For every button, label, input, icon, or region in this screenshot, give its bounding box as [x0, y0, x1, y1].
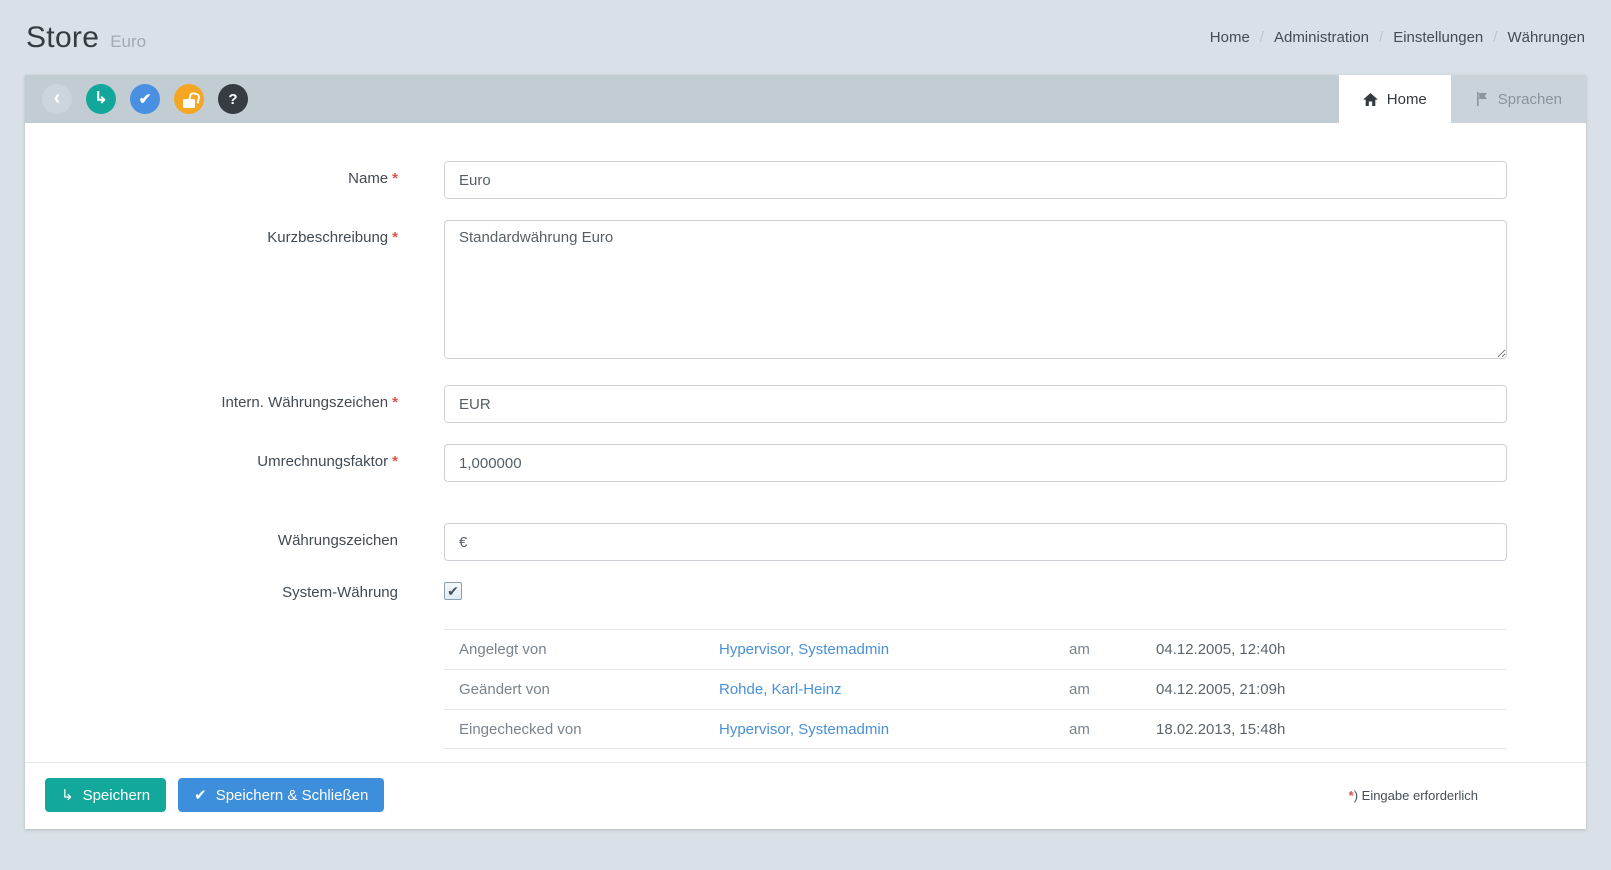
table-row-angelegt: Angelegt von Hypervisor, Systemadmin am …	[444, 629, 1507, 669]
save-arrow-icon: ↳	[61, 788, 74, 803]
page-title: Store	[26, 21, 99, 55]
breadcrumb-item-einstellungen[interactable]: Einstellungen	[1393, 29, 1483, 46]
toolbar: ‹ ↳ ✔ ? Home Sprachen	[25, 75, 1586, 123]
help-button[interactable]: ?	[218, 84, 248, 114]
tab-home-label: Home	[1387, 91, 1427, 108]
check-icon: ✔	[139, 92, 152, 107]
meta-preposition: am	[1069, 681, 1156, 698]
breadcrumb-separator: /	[1260, 29, 1264, 46]
question-icon: ?	[228, 92, 237, 107]
intern-waehrungszeichen-field[interactable]	[444, 385, 1507, 423]
page-subtitle: Euro	[110, 32, 146, 52]
form-row-intern-waehrungszeichen: Intern. Währungszeichen*	[25, 385, 1586, 423]
form-row-waehrungszeichen: Währungszeichen	[25, 523, 1586, 561]
table-row-eingecheckt: Eingechecked von Hypervisor, Systemadmin…	[444, 709, 1507, 749]
form-row-name: Name*	[25, 161, 1586, 199]
unlock-button[interactable]	[174, 84, 204, 114]
user-link[interactable]: Rohde, Karl-Heinz	[719, 681, 1069, 698]
checkbox-check-icon: ✔	[447, 584, 459, 598]
form-row-kurzbeschreibung: Kurzbeschreibung* Standardwährung Euro	[25, 220, 1586, 364]
audit-info-table: Angelegt von Hypervisor, Systemadmin am …	[444, 629, 1507, 749]
breadcrumb-separator: /	[1493, 29, 1497, 46]
unlock-icon	[183, 99, 195, 108]
back-button[interactable]: ‹	[42, 84, 72, 114]
required-marker: *	[392, 229, 398, 246]
page-header: Store Euro Home / Administration / Einst…	[0, 0, 1611, 75]
back-icon: ‹	[54, 88, 61, 108]
intern-waehrungszeichen-label: Intern. Währungszeichen*	[25, 385, 444, 411]
title-wrap: Store Euro	[26, 21, 146, 55]
required-marker: *	[392, 170, 398, 187]
flag-icon	[1475, 92, 1489, 106]
meta-preposition: am	[1069, 641, 1156, 658]
umrechnungsfaktor-label: Umrechnungsfaktor*	[25, 444, 444, 470]
required-hint: *) Eingabe erforderlich	[1349, 788, 1566, 803]
form-row-system-waehrung: System-Währung ✔	[25, 582, 1586, 601]
meta-datetime: 04.12.2005, 12:40h	[1156, 641, 1285, 658]
tab-home[interactable]: Home	[1339, 75, 1451, 123]
check-icon: ✔	[194, 788, 207, 803]
kurzbeschreibung-field[interactable]: Standardwährung Euro	[444, 220, 1507, 359]
panel-footer: ↳ Speichern ✔ Speichern & Schließen *) E…	[25, 762, 1586, 829]
meta-datetime: 04.12.2005, 21:09h	[1156, 681, 1285, 698]
speichern-schliessen-button-label: Speichern & Schließen	[216, 787, 369, 804]
breadcrumb-item-home[interactable]: Home	[1210, 29, 1250, 46]
waehrungszeichen-field[interactable]	[444, 523, 1507, 561]
user-link[interactable]: Hypervisor, Systemadmin	[719, 721, 1069, 738]
meta-datetime: 18.02.2013, 15:48h	[1156, 721, 1285, 738]
umrechnungsfaktor-field[interactable]	[444, 444, 1507, 482]
breadcrumb-separator: /	[1379, 29, 1383, 46]
meta-label: Angelegt von	[444, 641, 719, 658]
waehrungszeichen-label: Währungszeichen	[25, 523, 444, 549]
system-waehrung-checkbox[interactable]: ✔	[444, 582, 462, 600]
save-button[interactable]: ↳	[86, 84, 116, 114]
meta-label: Eingechecked von	[444, 721, 719, 738]
save-close-button[interactable]: ✔	[130, 84, 160, 114]
form-row-umrechnungsfaktor: Umrechnungsfaktor*	[25, 444, 1586, 482]
required-marker: *	[392, 394, 398, 411]
name-label: Name*	[25, 161, 444, 187]
name-field[interactable]	[444, 161, 1507, 199]
tab-bar: Home Sprachen	[1339, 75, 1586, 123]
speichern-schliessen-button[interactable]: ✔ Speichern & Schließen	[178, 778, 384, 812]
content-panel: ‹ ↳ ✔ ? Home Sprachen Name	[25, 75, 1586, 829]
speichern-button[interactable]: ↳ Speichern	[45, 778, 166, 812]
speichern-button-label: Speichern	[83, 787, 151, 804]
meta-label: Geändert von	[444, 681, 719, 698]
currency-form: Name* Kurzbeschreibung* Standardwährung …	[25, 123, 1586, 749]
breadcrumb: Home / Administration / Einstellungen / …	[1210, 29, 1585, 46]
save-arrow-icon: ↳	[94, 91, 107, 107]
breadcrumb-item-administration[interactable]: Administration	[1274, 29, 1369, 46]
tab-sprachen-label: Sprachen	[1498, 91, 1562, 108]
meta-preposition: am	[1069, 721, 1156, 738]
required-marker: *	[392, 453, 398, 470]
required-hint-text: ) Eingabe erforderlich	[1354, 788, 1478, 803]
breadcrumb-item-waehrungen[interactable]: Währungen	[1507, 29, 1585, 46]
system-waehrung-label: System-Währung	[25, 582, 444, 601]
table-row-geaendert: Geändert von Rohde, Karl-Heinz am 04.12.…	[444, 669, 1507, 709]
user-link[interactable]: Hypervisor, Systemadmin	[719, 641, 1069, 658]
tab-sprachen[interactable]: Sprachen	[1451, 75, 1586, 123]
kurzbeschreibung-label: Kurzbeschreibung*	[25, 220, 444, 246]
home-icon	[1363, 93, 1378, 106]
